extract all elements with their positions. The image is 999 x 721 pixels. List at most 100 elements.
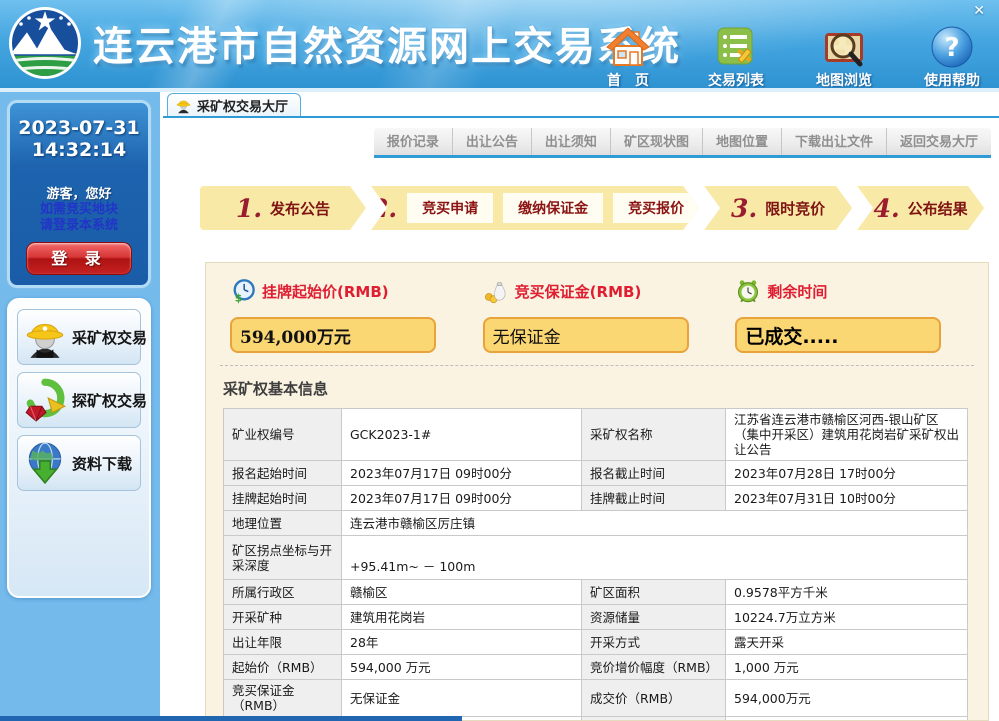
toolbar-tab-6[interactable]: 下载出让文件 [781, 128, 886, 155]
main-content: 采矿权交易大厅 报价记录出让公告出让须知矿区现状图地图位置下载出让文件返回交易大… [163, 92, 999, 721]
table-value-cell: 594,000 万元 [342, 655, 582, 680]
tab-underline [163, 116, 999, 118]
app-window: 连云港市自然资源网上交易系统 ✕ 首 页 [0, 0, 999, 721]
table-value-cell: 10224.7万立方米 [726, 605, 968, 630]
card-time-left-label: 剩余时间 [767, 281, 827, 302]
table-value-cell: 2023年07月28日 17时00分 [726, 461, 968, 486]
sidebar-item-downloads[interactable]: 资料下载 [17, 435, 141, 491]
table-label-cell: 开采矿种 [224, 605, 342, 630]
map-browse-icon [822, 25, 866, 69]
tab-mining-trade-hall[interactable]: 采矿权交易大厅 [167, 93, 301, 116]
sidebar-item-downloads-label: 资料下载 [72, 453, 132, 474]
table-label-cell: 成交价（RMB） [582, 680, 726, 717]
table-value-cell: +95.41m~ － 100m [342, 536, 968, 580]
step-1-publish: 1. 发布公告 [200, 186, 366, 230]
dashed-divider [220, 365, 974, 366]
table-label-cell: 竞买保证金（RMB） [224, 680, 342, 717]
table-label-cell: 出让年限 [224, 630, 342, 655]
table-label-cell: 挂牌起始时间 [224, 486, 342, 511]
step-4-results: 4. 公布结果 [857, 186, 984, 230]
deposit-value: 无保证金 [493, 323, 561, 348]
sidebar-item-exploration-label: 探矿权交易 [72, 390, 147, 411]
start-price-value: 594,000万元 [240, 323, 351, 348]
clock-login-panel: 2023-07-31 14:32:14 游客，您好 如需竞买地块 请登录本系统 … [7, 100, 151, 288]
card-deposit-value-box: 无保证金 [483, 317, 689, 353]
nav-map-browse-label: 地图浏览 [816, 70, 872, 88]
table-value-cell: 2023年07月17日 09时00分 [342, 461, 582, 486]
table-label-cell: 竞价增价幅度（RMB） [582, 655, 726, 680]
card-time-left-value-box: 已成交..... [735, 317, 941, 353]
table-value-cell: 1,000 万元 [726, 655, 968, 680]
card-time-left: 剩余时间 已成交..... [735, 277, 988, 353]
step-1-label: 发布公告 [270, 198, 330, 219]
table-label-cell: 挂牌截止时间 [582, 486, 726, 511]
close-button[interactable]: ✕ [973, 3, 985, 19]
nav-home-label: 首 页 [607, 70, 649, 88]
card-start-price-label: 挂牌起始价(RMB) [262, 281, 389, 302]
toolbar-tab-1[interactable]: 报价记录 [374, 128, 452, 155]
step-2-apply: 2. 竞买申请 缴纳保证金 竞买报价 [371, 186, 699, 230]
current-date: 2023-07-31 [10, 117, 148, 139]
nav-help-label: 使用帮助 [924, 70, 980, 88]
card-start-price: $ 挂牌起始价(RMB) 594,000万元 [230, 277, 483, 353]
step-3-number: 3. [731, 194, 757, 223]
card-start-price-value-box: 594,000万元 [230, 317, 436, 353]
table-value-cell: 无保证金 [342, 680, 582, 717]
toolbar-tab-5[interactable]: 地图位置 [702, 128, 781, 155]
time-left-value: 已成交..... [745, 322, 838, 349]
table-value-cell: 594,000万元 [726, 680, 968, 717]
table-value-cell: 2023年07月31日 10时00分 [726, 486, 968, 511]
step-2-bid-button[interactable]: 竞买报价 [613, 193, 699, 223]
help-icon: ? [930, 25, 974, 69]
step-2-deposit-button[interactable]: 缴纳保证金 [503, 193, 603, 223]
table-value-cell: GCK2023-1# [342, 409, 582, 461]
nav-home[interactable]: 首 页 [587, 25, 669, 88]
mining-info-table: 矿业权编号GCK2023-1#采矿权名称江苏省连云港市赣榆区河西-银山矿区（集中… [223, 408, 968, 721]
card-deposit-label: 竞买保证金(RMB) [515, 281, 642, 302]
section-title: 采矿权基本信息 [223, 378, 988, 399]
toolbar: 报价记录出让公告出让须知矿区现状图地图位置下载出让文件返回交易大厅 [374, 128, 991, 158]
money-bag-icon [483, 278, 509, 304]
sidebar-item-exploration-rights[interactable]: 探矿权交易 [17, 372, 141, 428]
table-row: 矿区拐点坐标与开采深度+95.41m~ － 100m [224, 536, 968, 580]
svg-text:$: $ [235, 292, 242, 304]
info-panel: $ 挂牌起始价(RMB) 594,000万元 [205, 262, 989, 721]
info-table-body: 矿业权编号GCK2023-1#采矿权名称江苏省连云港市赣榆区河西-银山矿区（集中… [224, 409, 968, 721]
table-value-cell: 连云港市赣榆区厉庄镇 [342, 511, 968, 536]
current-time: 14:32:14 [10, 139, 148, 161]
table-row: 所属行政区赣榆区矿区面积0.9578平方千米 [224, 580, 968, 605]
login-hint-line2: 请登录本系统 [10, 218, 148, 234]
step-2-apply-button[interactable]: 竞买申请 [407, 193, 493, 223]
toolbar-tab-3[interactable]: 出让须知 [531, 128, 610, 155]
table-label-cell: 地理位置 [224, 511, 342, 536]
toolbar-tab-4[interactable]: 矿区现状图 [610, 128, 702, 155]
nav-trade-list[interactable]: 交易列表 [695, 25, 777, 88]
toolbar-tab-7[interactable]: 返回交易大厅 [886, 128, 991, 155]
site-logo [7, 5, 83, 81]
table-label-cell: 矿业权编号 [224, 409, 342, 461]
toolbar-tab-2[interactable]: 出让公告 [452, 128, 531, 155]
miner-icon [22, 314, 68, 360]
table-label-cell: 资源储量 [582, 605, 726, 630]
sidebar: 2023-07-31 14:32:14 游客，您好 如需竞买地块 请登录本系统 … [0, 92, 163, 721]
table-label-cell: 矿区面积 [582, 580, 726, 605]
table-label-cell: 报名截止时间 [582, 461, 726, 486]
summary-cards: $ 挂牌起始价(RMB) 594,000万元 [206, 263, 988, 353]
nav-help[interactable]: ? 使用帮助 [911, 25, 993, 88]
sidebar-item-mining-rights[interactable]: 采矿权交易 [17, 309, 141, 365]
table-row: 起始价（RMB）594,000 万元竞价增价幅度（RMB）1,000 万元 [224, 655, 968, 680]
sidebar-item-mining-label: 采矿权交易 [72, 327, 147, 348]
table-row: 矿业权编号GCK2023-1#采矿权名称江苏省连云港市赣榆区河西-银山矿区（集中… [224, 409, 968, 461]
sidebar-menu-panel: 采矿权交易 探矿权交易 [7, 298, 151, 598]
header-nav: 首 页 交易列表 [587, 25, 993, 88]
login-button[interactable]: 登 录 [26, 242, 132, 275]
svg-text:?: ? [944, 33, 959, 63]
card-deposit: 竞买保证金(RMB) 无保证金 [483, 277, 736, 353]
table-row: 竞买保证金（RMB）无保证金成交价（RMB）594,000万元 [224, 680, 968, 717]
nav-map-browse[interactable]: 地图浏览 [803, 25, 885, 88]
table-label-cell: 报名起始时间 [224, 461, 342, 486]
table-value-cell: 28年 [342, 630, 582, 655]
table-value-cell: 江苏省连云港市赣榆区河西-银山矿区（集中开采区）建筑用花岗岩矿采矿权出让公告 [726, 409, 968, 461]
home-icon [606, 25, 650, 69]
table-row: 地理位置连云港市赣榆区厉庄镇 [224, 511, 968, 536]
